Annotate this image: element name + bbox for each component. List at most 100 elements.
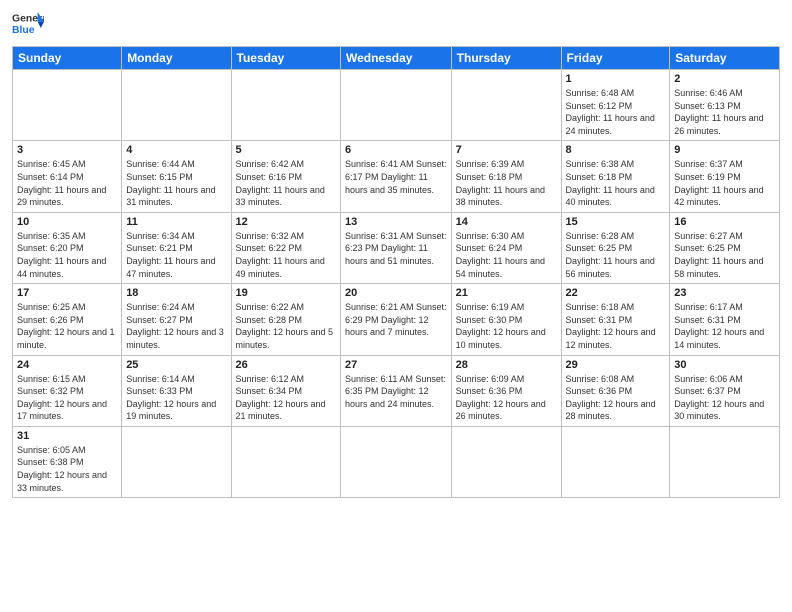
- day-info: Sunrise: 6:22 AM Sunset: 6:28 PM Dayligh…: [236, 301, 336, 351]
- day-number: 28: [456, 359, 557, 371]
- day-info: Sunrise: 6:27 AM Sunset: 6:25 PM Dayligh…: [674, 230, 775, 280]
- calendar-cell: 20Sunrise: 6:21 AM Sunset: 6:29 PM Dayli…: [340, 284, 451, 355]
- calendar-cell: 24 Sunrise: 6:15 AM Sunset: 6:32 PM Dayli…: [13, 355, 122, 426]
- calendar-cell: 15Sunrise: 6:28 AM Sunset: 6:25 PM Dayli…: [561, 212, 670, 283]
- calendar-cell: 28 Sunrise: 6:09 AM Sunset: 6:36 PM Dayli…: [451, 355, 561, 426]
- day-number: 21: [456, 287, 557, 299]
- day-number: 2: [674, 73, 775, 85]
- calendar-cell: 12Sunrise: 6:32 AM Sunset: 6:22 PM Dayli…: [231, 212, 340, 283]
- day-number: 12: [236, 216, 336, 228]
- calendar-cell: 6 Sunrise: 6:41 AM Sunset: 6:17 PM Daylig…: [340, 141, 451, 212]
- day-info: Sunrise: 6:05 AM Sunset: 6:38 PM Dayligh…: [17, 444, 117, 494]
- calendar-cell: 1 Sunrise: 6:48 AM Sunset: 6:12 PM Daylig…: [561, 70, 670, 141]
- day-info: Sunrise: 6:31 AM Sunset: 6:23 PM Dayligh…: [345, 230, 447, 268]
- day-info: Sunrise: 6:39 AM Sunset: 6:18 PM Dayligh…: [456, 158, 557, 208]
- day-number: 18: [126, 287, 226, 299]
- calendar-weekday: Wednesday: [340, 47, 451, 70]
- day-number: 6: [345, 144, 447, 156]
- calendar-cell: 14Sunrise: 6:30 AM Sunset: 6:24 PM Dayli…: [451, 212, 561, 283]
- calendar-cell: [231, 70, 340, 141]
- calendar-week-row: 24 Sunrise: 6:15 AM Sunset: 6:32 PM Dayli…: [13, 355, 780, 426]
- calendar-cell: 2 Sunrise: 6:46 AM Sunset: 6:13 PM Daylig…: [670, 70, 780, 141]
- calendar-cell: [231, 426, 340, 497]
- calendar-cell: 26Sunrise: 6:12 AM Sunset: 6:34 PM Dayli…: [231, 355, 340, 426]
- calendar-cell: 9 Sunrise: 6:37 AM Sunset: 6:19 PM Daylig…: [670, 141, 780, 212]
- day-number: 29: [566, 359, 666, 371]
- calendar-cell: 5 Sunrise: 6:42 AM Sunset: 6:16 PM Daylig…: [231, 141, 340, 212]
- calendar-week-row: 31 Sunrise: 6:05 AM Sunset: 6:38 PM Dayli…: [13, 426, 780, 497]
- day-info: Sunrise: 6:14 AM Sunset: 6:33 PM Dayligh…: [126, 373, 226, 423]
- calendar-cell: [122, 70, 231, 141]
- logo: General Blue: [12, 10, 44, 38]
- day-number: 4: [126, 144, 226, 156]
- calendar-cell: 31 Sunrise: 6:05 AM Sunset: 6:38 PM Dayli…: [13, 426, 122, 497]
- calendar-cell: 27 Sunrise: 6:11 AM Sunset: 6:35 PM Dayli…: [340, 355, 451, 426]
- day-number: 14: [456, 216, 557, 228]
- day-info: Sunrise: 6:41 AM Sunset: 6:17 PM Dayligh…: [345, 158, 447, 196]
- calendar-cell: 21 Sunrise: 6:19 AM Sunset: 6:30 PM Dayli…: [451, 284, 561, 355]
- day-number: 24: [17, 359, 117, 371]
- day-number: 25: [126, 359, 226, 371]
- calendar-week-row: 3Sunrise: 6:45 AM Sunset: 6:14 PM Daylig…: [13, 141, 780, 212]
- calendar-cell: [122, 426, 231, 497]
- day-number: 23: [674, 287, 775, 299]
- day-number: 27: [345, 359, 447, 371]
- day-info: Sunrise: 6:44 AM Sunset: 6:15 PM Dayligh…: [126, 158, 226, 208]
- calendar-cell: 25 Sunrise: 6:14 AM Sunset: 6:33 PM Dayli…: [122, 355, 231, 426]
- calendar-cell: 11 Sunrise: 6:34 AM Sunset: 6:21 PM Dayli…: [122, 212, 231, 283]
- calendar-cell: 16 Sunrise: 6:27 AM Sunset: 6:25 PM Dayli…: [670, 212, 780, 283]
- day-info: Sunrise: 6:37 AM Sunset: 6:19 PM Dayligh…: [674, 158, 775, 208]
- calendar-cell: [451, 70, 561, 141]
- day-number: 9: [674, 144, 775, 156]
- day-info: Sunrise: 6:48 AM Sunset: 6:12 PM Dayligh…: [566, 87, 666, 137]
- day-info: Sunrise: 6:15 AM Sunset: 6:32 PM Dayligh…: [17, 373, 117, 423]
- calendar-weekday: Tuesday: [231, 47, 340, 70]
- day-info: Sunrise: 6:06 AM Sunset: 6:37 PM Dayligh…: [674, 373, 775, 423]
- day-info: Sunrise: 6:34 AM Sunset: 6:21 PM Dayligh…: [126, 230, 226, 280]
- day-number: 8: [566, 144, 666, 156]
- day-number: 19: [236, 287, 336, 299]
- day-number: 11: [126, 216, 226, 228]
- day-info: Sunrise: 6:25 AM Sunset: 6:26 PM Dayligh…: [17, 301, 117, 351]
- day-number: 31: [17, 430, 117, 442]
- calendar-cell: 13 Sunrise: 6:31 AM Sunset: 6:23 PM Dayli…: [340, 212, 451, 283]
- calendar-cell: 30 Sunrise: 6:06 AM Sunset: 6:37 PM Dayli…: [670, 355, 780, 426]
- day-number: 13: [345, 216, 447, 228]
- calendar-weekday: Monday: [122, 47, 231, 70]
- day-info: Sunrise: 6:42 AM Sunset: 6:16 PM Dayligh…: [236, 158, 336, 208]
- day-info: Sunrise: 6:09 AM Sunset: 6:36 PM Dayligh…: [456, 373, 557, 423]
- day-number: 17: [17, 287, 117, 299]
- day-info: Sunrise: 6:11 AM Sunset: 6:35 PM Dayligh…: [345, 373, 447, 411]
- calendar-cell: 22Sunrise: 6:18 AM Sunset: 6:31 PM Dayli…: [561, 284, 670, 355]
- day-number: 1: [566, 73, 666, 85]
- calendar-weekday: Friday: [561, 47, 670, 70]
- calendar-weekday: Sunday: [13, 47, 122, 70]
- day-info: Sunrise: 6:24 AM Sunset: 6:27 PM Dayligh…: [126, 301, 226, 351]
- calendar-weekday: Thursday: [451, 47, 561, 70]
- calendar-table: SundayMondayTuesdayWednesdayThursdayFrid…: [12, 46, 780, 498]
- calendar-cell: 23 Sunrise: 6:17 AM Sunset: 6:31 PM Dayli…: [670, 284, 780, 355]
- day-info: Sunrise: 6:46 AM Sunset: 6:13 PM Dayligh…: [674, 87, 775, 137]
- calendar-weekday: Saturday: [670, 47, 780, 70]
- day-info: Sunrise: 6:35 AM Sunset: 6:20 PM Dayligh…: [17, 230, 117, 280]
- day-number: 30: [674, 359, 775, 371]
- calendar-cell: 10Sunrise: 6:35 AM Sunset: 6:20 PM Dayli…: [13, 212, 122, 283]
- calendar-week-row: 17 Sunrise: 6:25 AM Sunset: 6:26 PM Dayli…: [13, 284, 780, 355]
- logo-icon: General Blue: [12, 10, 44, 38]
- day-number: 20: [345, 287, 447, 299]
- day-number: 5: [236, 144, 336, 156]
- day-number: 16: [674, 216, 775, 228]
- calendar-cell: 17 Sunrise: 6:25 AM Sunset: 6:26 PM Dayli…: [13, 284, 122, 355]
- calendar-cell: [340, 70, 451, 141]
- day-number: 15: [566, 216, 666, 228]
- day-number: 22: [566, 287, 666, 299]
- calendar-cell: 7Sunrise: 6:39 AM Sunset: 6:18 PM Daylig…: [451, 141, 561, 212]
- calendar-cell: 29Sunrise: 6:08 AM Sunset: 6:36 PM Dayli…: [561, 355, 670, 426]
- day-number: 3: [17, 144, 117, 156]
- svg-text:Blue: Blue: [12, 25, 35, 36]
- day-info: Sunrise: 6:17 AM Sunset: 6:31 PM Dayligh…: [674, 301, 775, 351]
- header: General Blue: [12, 10, 780, 38]
- day-info: Sunrise: 6:19 AM Sunset: 6:30 PM Dayligh…: [456, 301, 557, 351]
- day-info: Sunrise: 6:12 AM Sunset: 6:34 PM Dayligh…: [236, 373, 336, 423]
- calendar-cell: 19 Sunrise: 6:22 AM Sunset: 6:28 PM Dayli…: [231, 284, 340, 355]
